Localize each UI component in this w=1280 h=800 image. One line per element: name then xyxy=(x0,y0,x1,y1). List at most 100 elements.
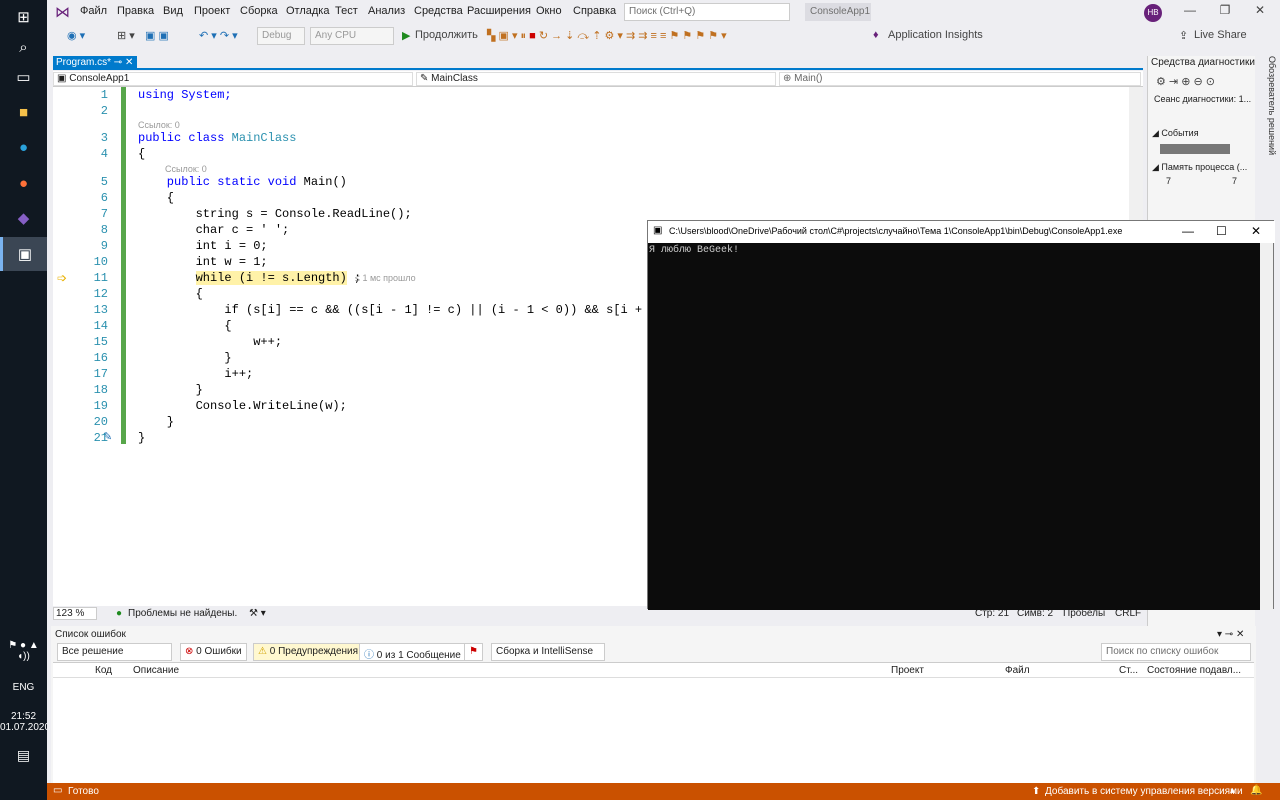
avatar[interactable]: НВ xyxy=(1144,4,1162,22)
col-description[interactable]: Описание xyxy=(133,665,179,676)
events-section[interactable]: ◢ События xyxy=(1152,128,1199,139)
line-number: 21 xyxy=(93,431,108,445)
errors-filter-button[interactable]: ⊗ 0 Ошибки xyxy=(180,643,247,661)
undo-icon[interactable]: ↶ ▾ ↷ ▾ xyxy=(199,29,238,42)
hot-reload-icon[interactable]: ▚ ▣ ▾ ⏸ ■ ↻ → ⇣ ⤼ ⇡ ⚙ ▾ ⇉ ⇉ ≡ ≡ ⚑ ⚑ ⚑ ⚑ … xyxy=(487,29,727,43)
nav-class-select[interactable]: ✎ MainClass xyxy=(416,72,776,86)
quick-search-input[interactable]: Поиск (Ctrl+Q) xyxy=(624,3,790,21)
explorer-icon[interactable]: ■ xyxy=(0,95,47,129)
col-code[interactable]: Код xyxy=(95,665,112,676)
nav-member-select[interactable]: ⊕ Main() xyxy=(779,72,1141,86)
menu-build[interactable]: Сборка xyxy=(240,5,278,17)
col-file[interactable]: Файл xyxy=(1005,665,1030,676)
firefox-icon[interactable]: ● xyxy=(0,166,47,200)
line-number: 10 xyxy=(93,255,108,269)
code-line: char c = ' '; xyxy=(138,223,290,237)
windows-taskbar: ⊞ ⌕ ▭ ■ ● ● ◆ ▣ ⚑ ● ▲ ◖)) ENG 21:52 01.07… xyxy=(0,0,50,800)
nav-project-select[interactable]: ▣ ConsoleApp1 xyxy=(53,72,413,86)
line-number: 5 xyxy=(100,175,108,189)
vcs-icon[interactable]: ⬆ xyxy=(1032,786,1040,797)
tray-time[interactable]: 21:52 xyxy=(0,711,47,722)
panel-controls-icons[interactable]: ▾ ⊸ ✕ xyxy=(1217,629,1244,640)
memory-label: Память процесса (... xyxy=(1161,162,1248,172)
messages-filter-label: 0 из 1 Сообщение xyxy=(376,650,461,661)
new-project-icon[interactable]: ⊞ ▾ xyxy=(117,29,135,42)
windows-icon[interactable]: ⊞ xyxy=(0,0,47,34)
error-list-title[interactable]: Список ошибок xyxy=(55,629,126,640)
liveshare-icon[interactable]: ⇪ xyxy=(1179,29,1188,42)
menu-project[interactable]: Проект xyxy=(194,5,230,17)
app-icon[interactable]: ▣ xyxy=(0,237,47,271)
console-output[interactable]: Я люблю BeGeek! xyxy=(648,243,1260,610)
visual-studio-icon[interactable]: ◆ xyxy=(0,201,47,235)
messages-filter-button[interactable]: ⓘ 0 из 1 Сообщение xyxy=(359,643,466,661)
console-scrollbar[interactable] xyxy=(1260,243,1273,610)
codelens-refs[interactable]: Ссылок: 0 xyxy=(138,120,180,130)
tab-program-cs[interactable]: Program.cs* ⊸ ✕ xyxy=(53,56,137,70)
line-number: 3 xyxy=(100,131,108,145)
close-tab-icon[interactable]: ✕ xyxy=(125,57,133,68)
task-view-icon[interactable]: ▭ xyxy=(0,60,47,94)
menu-test[interactable]: Тест xyxy=(335,5,358,17)
tray-language[interactable]: ENG xyxy=(0,682,47,693)
application-insights-button[interactable]: Application Insights xyxy=(888,29,983,41)
menu-tools[interactable]: Средства xyxy=(414,5,463,17)
menu-extensions[interactable]: Расширения xyxy=(467,5,531,17)
status-bar: ▭ Готово ⬆ Добавить в систему управления… xyxy=(47,783,1280,800)
back-icon[interactable]: ◉ ▾ xyxy=(67,29,85,42)
standard-toolbar: ◉ ▾ ⊞ ▾ ▣ ▣ ↶ ▾ ↷ ▾ Debug Any CPU ▶ Прод… xyxy=(47,25,1280,47)
save-icon[interactable]: ▣ ▣ xyxy=(145,29,169,42)
zoom-select[interactable]: 123 % xyxy=(53,607,97,620)
diag-toolbar-icons[interactable]: ⚙ ⇥ ⊕ ⊖ ⊙ xyxy=(1156,75,1215,88)
menu-view[interactable]: Вид xyxy=(163,5,183,17)
live-share-button[interactable]: Live Share xyxy=(1194,29,1247,41)
code-line: { xyxy=(138,287,203,301)
minimize-button[interactable]: — xyxy=(1175,3,1205,21)
change-bar xyxy=(121,87,126,444)
notification-icon[interactable]: ▤ xyxy=(0,747,47,764)
menu-file[interactable]: Файл xyxy=(80,5,107,17)
codelens-refs[interactable]: Ссылок: 0 xyxy=(165,164,207,174)
tray-date[interactable]: 01.07.2020 xyxy=(0,722,50,733)
notifications-icon[interactable]: 🔔 xyxy=(1250,785,1262,796)
code-line: i++; xyxy=(138,367,254,381)
build-select[interactable]: Сборка и IntelliSense xyxy=(491,643,605,661)
line-number: 19 xyxy=(93,399,108,413)
memory-section[interactable]: ◢ Память процесса (... xyxy=(1152,162,1247,173)
telegram-icon[interactable]: ● xyxy=(0,130,47,164)
solution-explorer-tab[interactable]: Обозреватель решений xyxy=(1257,56,1277,176)
scope-select[interactable]: Все решение xyxy=(57,643,172,661)
code-line: int w = 1; xyxy=(138,255,268,269)
pin-icon[interactable]: ⊸ xyxy=(114,57,122,68)
status-arrow-icon[interactable]: ▴ xyxy=(1230,785,1235,796)
menu-edit[interactable]: Правка xyxy=(117,5,154,17)
clear-filter-icon[interactable]: ⚑ xyxy=(464,643,483,661)
console-close-button[interactable]: ✕ xyxy=(1251,224,1261,238)
code-line: while (i != s.Length) ; xyxy=(138,271,361,285)
close-button[interactable]: ✕ xyxy=(1245,3,1275,21)
menu-help[interactable]: Справка xyxy=(573,5,616,17)
code-token: public static void xyxy=(138,175,304,189)
menu-window[interactable]: Окно xyxy=(536,5,562,17)
platform-select[interactable]: Any CPU xyxy=(310,27,394,45)
console-maximize-button[interactable]: ☐ xyxy=(1216,224,1227,238)
maximize-button[interactable]: ❐ xyxy=(1210,3,1240,21)
diag-title[interactable]: Средства диагностики xyxy=(1151,57,1255,68)
add-to-source-control[interactable]: Добавить в систему управления версиями xyxy=(1045,786,1243,797)
config-select[interactable]: Debug xyxy=(257,27,305,45)
play-icon[interactable]: ▶ xyxy=(402,29,410,42)
insights-icon[interactable]: ♦ xyxy=(873,29,879,41)
col-line[interactable]: Ст... xyxy=(1119,665,1138,676)
col-suppression[interactable]: Состояние подавл... xyxy=(1147,665,1241,676)
continue-button[interactable]: Продолжить xyxy=(415,29,478,41)
error-search-input[interactable]: Поиск по списку ошибок xyxy=(1101,643,1251,661)
menu-debug[interactable]: Отладка xyxy=(286,5,329,17)
console-minimize-button[interactable]: — xyxy=(1182,224,1194,238)
cleanup-icon[interactable]: ⚒ ▾ xyxy=(249,608,266,619)
menu-analyze[interactable]: Анализ xyxy=(368,5,405,17)
tray-icons[interactable]: ⚑ ● ▲ ◖)) xyxy=(0,640,47,682)
col-project[interactable]: Проект xyxy=(891,665,924,676)
search-icon[interactable]: ⌕ xyxy=(0,30,47,64)
issues-text[interactable]: Проблемы не найдены. xyxy=(128,608,237,619)
warnings-filter-button[interactable]: ⚠ 0 Предупреждения xyxy=(253,643,364,661)
